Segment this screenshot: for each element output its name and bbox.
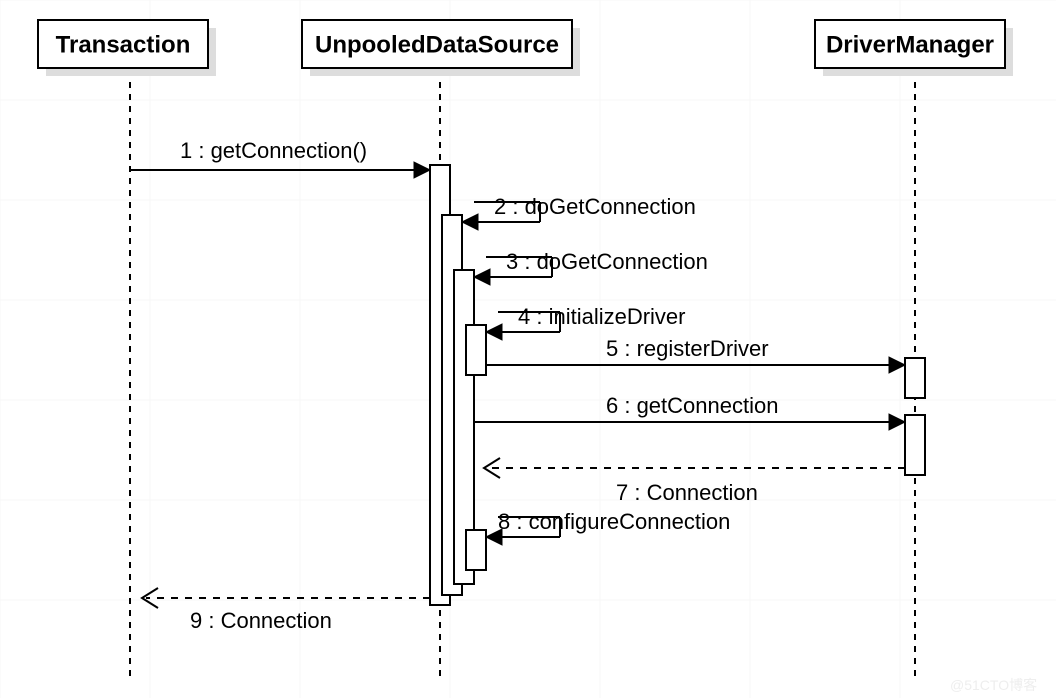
msg-9-label: 9 : Connection — [190, 608, 332, 633]
msg-5: 5 : registerDriver — [486, 336, 905, 373]
msg-3-label: 3 : doGetConnection — [506, 249, 708, 274]
msg-7: 7 : Connection — [484, 458, 905, 505]
watermark: @51CTO博客 — [950, 677, 1037, 693]
participant-unpooled: UnpooledDataSource — [302, 20, 580, 76]
activation-dm-1 — [905, 358, 925, 398]
msg-4-label: 4 : initializeDriver — [518, 304, 686, 329]
sequence-diagram: Transaction UnpooledDataSource DriverMan… — [0, 0, 1056, 698]
participant-transaction-label: Transaction — [56, 31, 191, 58]
msg-1: 1 : getConnection() — [130, 138, 430, 178]
participant-unpooled-label: UnpooledDataSource — [315, 31, 559, 58]
msg-1-label: 1 : getConnection() — [180, 138, 367, 163]
msg-9: 9 : Connection — [142, 588, 430, 633]
msg-6: 6 : getConnection — [474, 393, 905, 430]
participant-drivermanager-label: DriverManager — [826, 31, 994, 58]
msg-8: 8 : configureConnection — [486, 509, 730, 545]
msg-8-label: 8 : configureConnection — [498, 509, 730, 534]
msg-5-label: 5 : registerDriver — [606, 336, 769, 361]
msg-4: 4 : initializeDriver — [486, 304, 686, 340]
activation-unpooled-5 — [466, 530, 486, 570]
activation-dm-2 — [905, 415, 925, 475]
msg-7-label: 7 : Connection — [616, 480, 758, 505]
participant-drivermanager: DriverManager — [815, 20, 1013, 76]
msg-2-label: 2 : doGetConnection — [494, 194, 696, 219]
msg-2: 2 : doGetConnection — [462, 194, 696, 230]
participant-transaction: Transaction — [38, 20, 216, 76]
background-grid — [0, 0, 1056, 698]
msg-3: 3 : doGetConnection — [474, 249, 708, 285]
msg-6-label: 6 : getConnection — [606, 393, 778, 418]
activation-unpooled-4 — [466, 325, 486, 375]
